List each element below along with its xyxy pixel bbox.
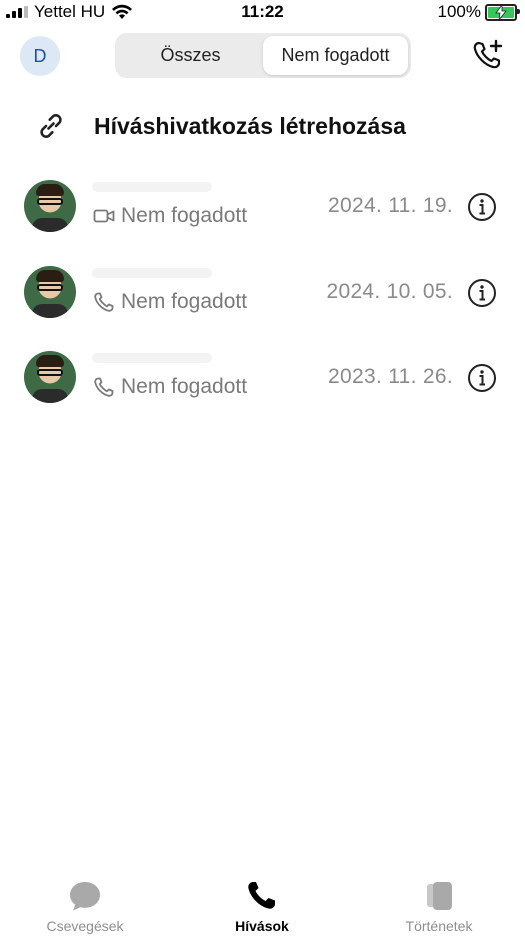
- call-status: Nem fogadott: [121, 375, 248, 398]
- info-icon[interactable]: [467, 363, 497, 393]
- call-list-item[interactable]: Nem fogadott 2024. 10. 05.: [0, 266, 525, 352]
- segment-missed[interactable]: Nem fogadott: [263, 36, 408, 75]
- status-bar: Yettel HU 11:22 100%: [0, 0, 525, 24]
- battery-charging-icon: [485, 3, 520, 21]
- info-icon[interactable]: [467, 192, 497, 222]
- call-date: 2024. 11. 19.: [328, 194, 453, 217]
- call-list-item[interactable]: Nem fogadott 2023. 11. 26.: [0, 351, 525, 437]
- call-status: Nem fogadott: [121, 204, 248, 227]
- contact-name-redacted: [92, 268, 212, 278]
- link-icon: [40, 114, 62, 138]
- call-status: Nem fogadott: [121, 290, 248, 313]
- tab-calls[interactable]: Hívások: [197, 880, 327, 934]
- call-type: Nem fogadott: [93, 290, 247, 314]
- create-call-link-label: Híváshivatkozás létrehozása: [94, 112, 406, 139]
- video-camera-icon: [93, 209, 115, 223]
- call-date: 2024. 10. 05.: [326, 280, 453, 303]
- contact-name-redacted: [92, 182, 212, 192]
- tab-calls-label: Hívások: [235, 918, 289, 934]
- phone-icon: [248, 882, 275, 909]
- call-filter-segmented-control: Összes Nem fogadott: [115, 33, 411, 78]
- call-date: 2023. 11. 26.: [328, 365, 453, 388]
- info-icon[interactable]: [467, 278, 497, 308]
- new-call-icon[interactable]: [471, 38, 505, 72]
- bottom-tab-bar: Csevegések Hívások Történetek: [0, 868, 525, 939]
- tab-chats-label: Csevegések: [46, 918, 124, 934]
- create-call-link-row[interactable]: Híváshivatkozás létrehozása: [34, 104, 406, 148]
- stories-icon: [427, 882, 452, 910]
- status-bar-right: 100%: [437, 2, 520, 22]
- contact-avatar: [24, 180, 76, 232]
- contact-avatar: [24, 351, 76, 403]
- call-list-item[interactable]: Nem fogadott 2024. 11. 19.: [0, 180, 525, 266]
- profile-initial: D: [33, 45, 47, 66]
- phone-icon: [94, 292, 114, 312]
- contact-avatar: [24, 266, 76, 318]
- phone-icon: [94, 377, 114, 397]
- tab-stories-label: Történetek: [405, 918, 473, 934]
- chat-bubble-icon: [70, 882, 100, 911]
- battery-percentage: 100%: [437, 2, 481, 21]
- call-type: Nem fogadott: [93, 204, 247, 228]
- segment-all[interactable]: Összes: [118, 36, 263, 75]
- call-type: Nem fogadott: [93, 375, 247, 399]
- profile-avatar-button[interactable]: D: [20, 36, 60, 76]
- contact-name-redacted: [92, 353, 212, 363]
- tab-stories[interactable]: Történetek: [374, 880, 504, 934]
- tab-chats[interactable]: Csevegések: [20, 880, 150, 934]
